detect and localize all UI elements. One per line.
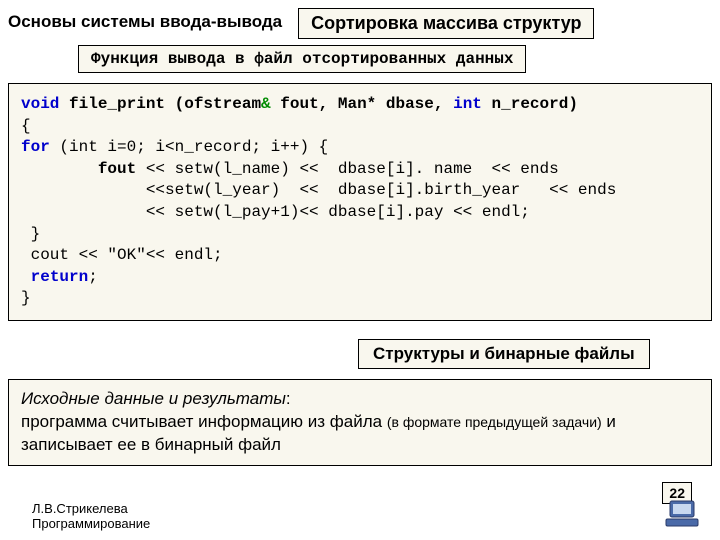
topic-box: Сортировка массива структур (298, 8, 594, 39)
line1: << setw(l_name) << dbase[i]. name << end… (136, 160, 558, 178)
footer: Л.В.Стрикелева Программирование (32, 501, 150, 532)
brace-open: { (21, 117, 31, 135)
semi: ; (88, 268, 98, 286)
brace-close-inner: } (21, 225, 40, 243)
description-box: Исходные данные и результаты: программа … (8, 379, 712, 466)
footer-course: Программирование (32, 516, 150, 532)
amp: & (261, 95, 271, 113)
kw-return: return (31, 268, 89, 286)
subtitle-box: Функция вывода в файл отсортированных да… (78, 45, 526, 73)
args2: n_record) (482, 95, 578, 113)
footer-author: Л.В.Стрикелева (32, 501, 150, 517)
code-block: void file_print (ofstream& fout, Man* db… (8, 83, 712, 321)
desc-l3: записывает ее в бинарный файл (21, 435, 281, 454)
page-title-left: Основы системы ввода-вывода (8, 8, 282, 32)
kw-void: void (21, 95, 59, 113)
desc-paren: (в формате предыдущей задачи) (387, 414, 602, 430)
line3: << setw(l_pay+1)<< dbase[i].pay << endl; (21, 203, 530, 221)
section-title-box: Структуры и бинарные файлы (358, 339, 650, 369)
fout: fout (98, 160, 136, 178)
brace-close-outer: } (21, 289, 31, 307)
desc-colon: : (286, 389, 291, 408)
fn-name: file_print (ofstream (59, 95, 261, 113)
desc-lead: Исходные данные и результаты (21, 389, 286, 408)
computer-icon (662, 499, 702, 534)
line2: <<setw(l_year) << dbase[i].birth_year <<… (21, 181, 616, 199)
args1: fout, Man* dbase, (271, 95, 453, 113)
kw-int: int (453, 95, 482, 113)
cout-line: cout << "OK"<< endl; (21, 246, 223, 264)
kw-for: for (21, 138, 50, 156)
for-rest: (int i=0; i<n_record; i++) { (50, 138, 328, 156)
indent (21, 160, 98, 178)
desc-l2a: программа считывает информацию из файла (21, 412, 387, 431)
desc-l2b: и (602, 412, 616, 431)
